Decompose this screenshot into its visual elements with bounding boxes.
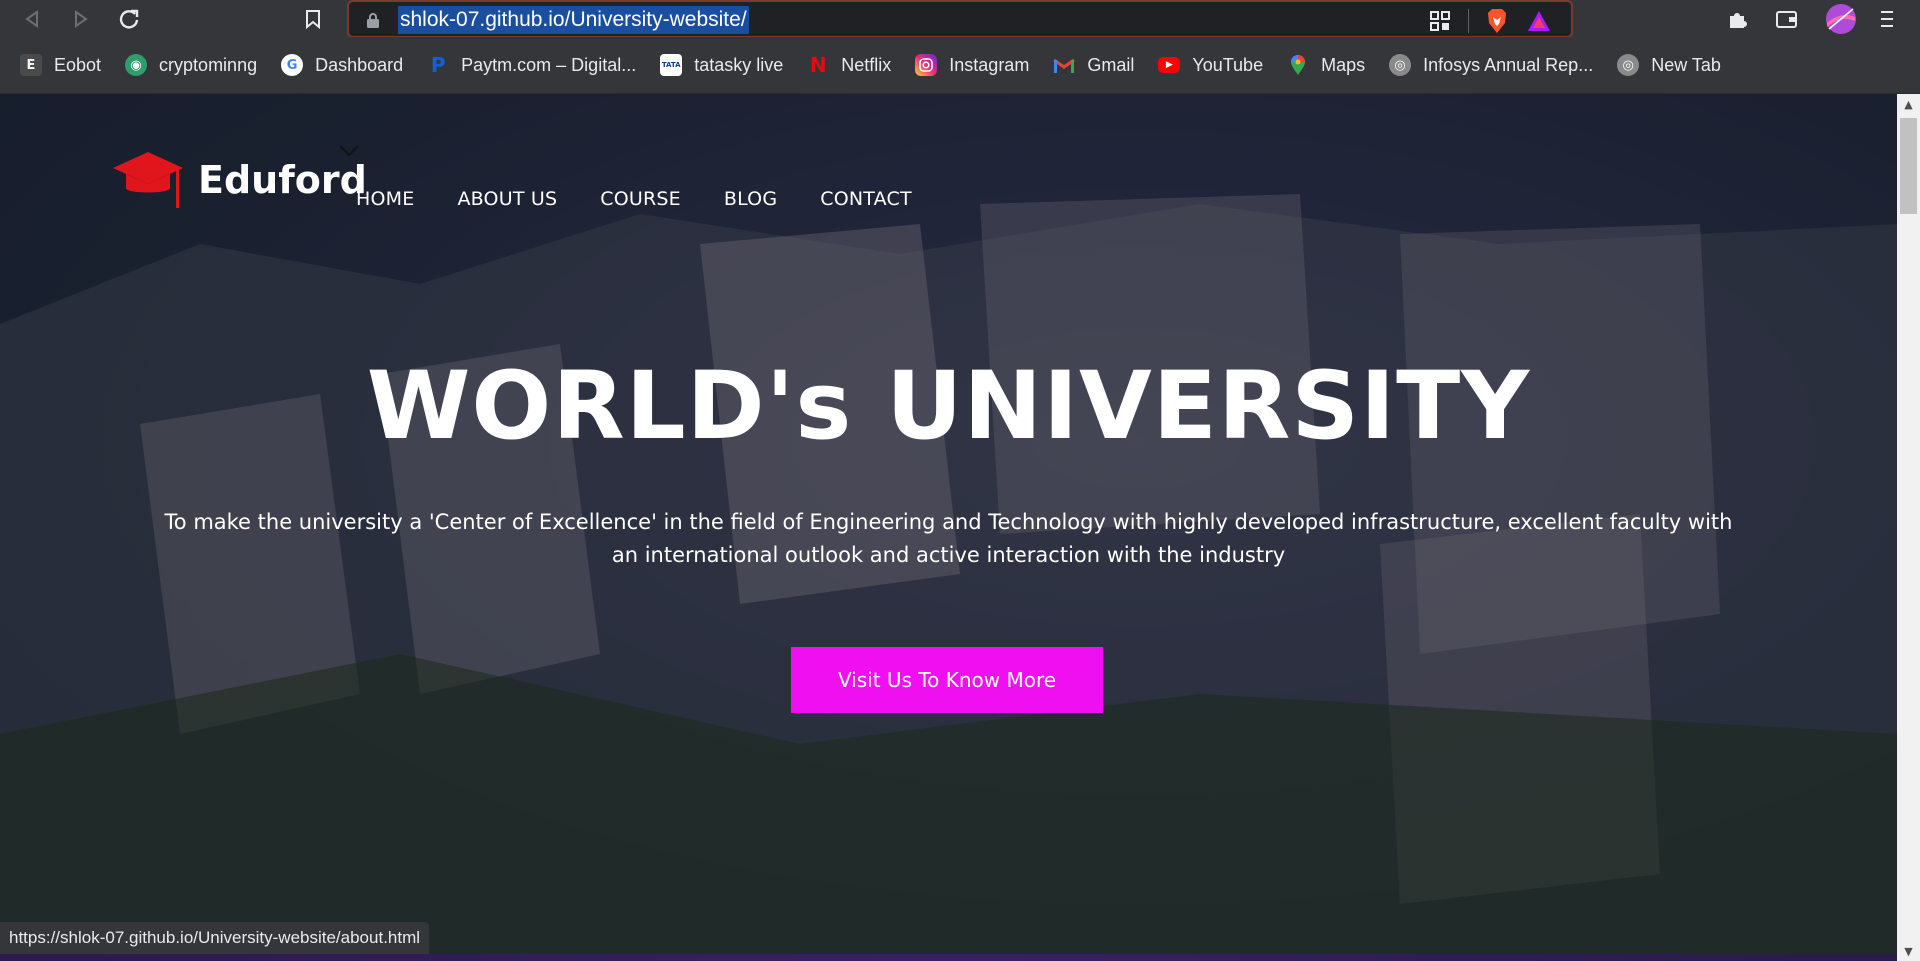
bookmark-label: Paytm.com – Digital... <box>461 54 637 75</box>
bookmark-netflix[interactable]: N Netflix <box>807 48 891 82</box>
globe-green-icon: ◉ <box>125 54 148 76</box>
lock-icon[interactable] <box>366 12 380 28</box>
wallet-icon[interactable] <box>1772 4 1802 34</box>
gmail-icon <box>1053 54 1076 76</box>
url-text[interactable]: shlok-07.github.io/University-website/ <box>398 6 749 34</box>
bookmark-gmail[interactable]: Gmail <box>1053 48 1134 82</box>
globe-icon: ◎ <box>1617 54 1640 76</box>
page-viewport: Eduford HOME ABOUT US COURSE BLOG CONTAC… <box>0 94 1897 961</box>
bookmark-label: New Tab <box>1651 54 1721 75</box>
bookmark-infosys[interactable]: ◎ Infosys Annual Rep... <box>1389 48 1593 82</box>
address-bar[interactable]: shlok-07.github.io/University-website/ <box>347 0 1573 38</box>
bookmark-maps[interactable]: Maps <box>1287 48 1365 82</box>
eobot-icon: E <box>20 54 42 76</box>
bookmark-eobot[interactable]: E Eobot <box>20 48 101 82</box>
bookmark-label: Gmail <box>1087 54 1135 75</box>
forward-icon[interactable] <box>66 4 96 34</box>
scroll-down-icon[interactable]: ▼ <box>1897 941 1920 961</box>
bookmark-label: tatasky live <box>694 54 784 75</box>
bookmark-label: Dashboard <box>315 54 404 75</box>
site-nav: HOME ABOUT US COURSE BLOG CONTACT <box>356 188 955 210</box>
graduation-cap-icon <box>113 152 183 208</box>
bookmark-label: Eobot <box>54 54 102 75</box>
nav-blog[interactable]: BLOG <box>724 188 777 210</box>
bookmark-dashboard[interactable]: G Dashboard <box>281 48 403 82</box>
bookmark-instagram[interactable]: Instagram <box>915 48 1029 82</box>
bookmark-paytm[interactable]: P Paytm.com – Digital... <box>427 48 636 82</box>
bookmark-label: cryptominng <box>159 54 258 75</box>
profile-icon[interactable] <box>1824 2 1858 36</box>
bookmark-cryptominng[interactable]: ◉ cryptominng <box>125 48 257 82</box>
reload-icon[interactable] <box>114 4 144 34</box>
bookmark-label: Infosys Annual Rep... <box>1423 54 1594 75</box>
brave-shield-icon[interactable] <box>1483 7 1511 35</box>
visit-us-button[interactable]: Visit Us To Know More <box>791 647 1103 713</box>
extensions-icon[interactable] <box>1722 4 1752 34</box>
logo-text: Eduford <box>198 158 367 202</box>
globe-icon: ◎ <box>1389 54 1412 76</box>
bookmark-label: Instagram <box>949 54 1030 75</box>
bookmark-new-tab[interactable]: ◎ New Tab <box>1617 48 1721 82</box>
bookmark-icon[interactable] <box>298 4 328 34</box>
youtube-icon: ▶ <box>1158 57 1181 73</box>
back-icon[interactable] <box>17 4 47 34</box>
qr-icon[interactable] <box>1426 7 1454 35</box>
status-bar-url: https://shlok-07.github.io/University-we… <box>0 922 430 954</box>
bookmark-label: Netflix <box>841 54 892 75</box>
nav-home[interactable]: HOME <box>356 188 414 210</box>
instagram-icon <box>915 54 938 76</box>
chevron-down-icon <box>338 142 360 163</box>
nav-course[interactable]: COURSE <box>600 188 681 210</box>
brave-rewards-icon[interactable] <box>1525 7 1553 35</box>
nav-about-us[interactable]: ABOUT US <box>457 188 557 210</box>
hero-subtitle: To make the university a 'Center of Exce… <box>164 510 1733 567</box>
maps-icon <box>1287 54 1309 76</box>
tatasky-icon: TATA <box>660 54 683 76</box>
scroll-thumb[interactable] <box>1900 118 1917 214</box>
menu-icon[interactable] <box>1872 4 1902 34</box>
url-separator <box>1468 9 1469 33</box>
google-icon: G <box>281 54 304 76</box>
hero-title: WORLD's UNIVERSITY <box>366 352 1531 461</box>
bookmarks-bar: E Eobot ◉ cryptominng G Dashboard P Payt… <box>0 37 1920 94</box>
nav-contact[interactable]: CONTACT <box>820 188 912 210</box>
bookmark-label: YouTube <box>1192 54 1264 75</box>
bottom-divider <box>0 954 1897 961</box>
bookmark-tatasky[interactable]: TATA tatasky live <box>660 48 783 82</box>
scroll-up-icon[interactable]: ▲ <box>1897 94 1920 114</box>
bookmark-label: Maps <box>1321 54 1366 75</box>
browser-toolbar: shlok-07.github.io/University-website/ <box>0 0 1920 38</box>
page-scrollbar[interactable]: ▲ ▼ <box>1897 94 1920 961</box>
site-logo[interactable]: Eduford <box>112 145 367 210</box>
bookmark-youtube[interactable]: ▶ YouTube <box>1158 48 1263 82</box>
netflix-icon: N <box>809 53 827 77</box>
paytm-icon: P <box>430 53 446 77</box>
